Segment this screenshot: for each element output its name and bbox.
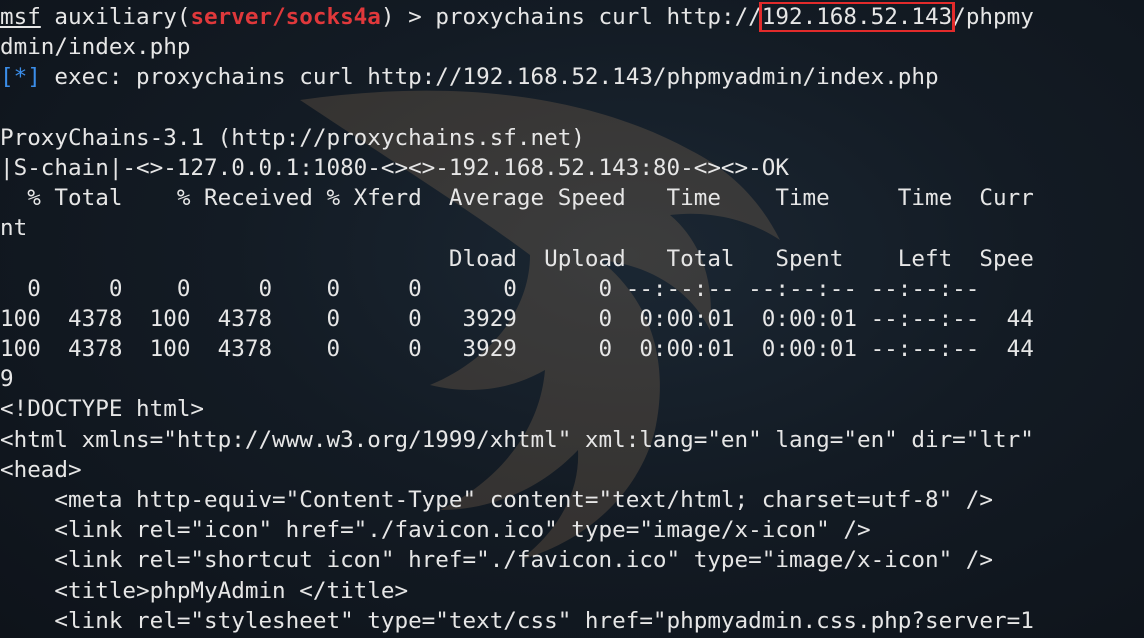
- highlighted-ip-address: 192.168.52.143: [758, 2, 956, 33]
- curl-header-line: % Total % Received % Xferd Average Speed…: [0, 185, 1034, 212]
- curl-header-wrap-line: nt: [0, 215, 28, 242]
- html-output-line: <link rel="stylesheet" type="text/css" h…: [0, 607, 1034, 634]
- exec-text: exec: proxychains curl http://192.168.52…: [40, 64, 939, 91]
- progress-row: 100 4378 100 4378 0 0 3929 0 0:00:01 0:0…: [0, 336, 1034, 363]
- exec-status-tag: [*]: [0, 64, 41, 91]
- progress-wrap-line: 9: [0, 366, 14, 393]
- html-output-line: <meta http-equiv="Content-Type" content=…: [0, 487, 993, 513]
- terminal-output: msf auxiliary(server/socks4a) > proxycha…: [0, 2, 1144, 636]
- html-output-line: <title>phpMyAdmin </title>: [0, 577, 409, 604]
- html-output-line: <link rel="icon" href="./favicon.ico" ty…: [0, 517, 871, 544]
- command-wrap-line: dmin/index.php: [0, 34, 191, 61]
- html-output-line: <html xmlns="http://www.w3.org/1999/xhtm…: [0, 426, 1034, 453]
- html-output-line: <!DOCTYPE html>: [0, 396, 205, 423]
- proxychains-version-line: ProxyChains-3.1 (http://proxychains.sf.n…: [0, 124, 585, 151]
- command-prompt-line: msf auxiliary(server/socks4a) > proxycha…: [0, 2, 1144, 33]
- prompt-keyword: auxiliary(: [54, 4, 191, 30]
- curl-subheader-line: Dload Upload Total Spent Left Spee: [0, 245, 1034, 272]
- progress-row: 0 0 0 0 0 0 0 0 --:--:-- --:--:-- --:--:…: [0, 275, 1048, 302]
- command-suffix: /phpmy: [952, 4, 1034, 30]
- prompt-close: ) >: [380, 4, 436, 30]
- html-output-line: <head>: [0, 456, 82, 483]
- progress-row: 100 4378 100 4378 0 0 3929 0 0:00:01 0:0…: [0, 305, 1034, 332]
- command-text: proxychains curl http://: [435, 4, 762, 30]
- module-name: server/socks4a: [190, 4, 381, 30]
- html-output-line: <link rel="shortcut icon" href="./favico…: [0, 547, 993, 574]
- exec-line: [*] exec: proxychains curl http://192.16…: [0, 62, 1144, 92]
- terminal-window[interactable]: msf auxiliary(server/socks4a) > proxycha…: [0, 0, 1144, 638]
- console-name: msf: [0, 4, 41, 30]
- proxy-chain-line: |S-chain|-<>-127.0.0.1:1080-<><>-192.168…: [0, 154, 789, 181]
